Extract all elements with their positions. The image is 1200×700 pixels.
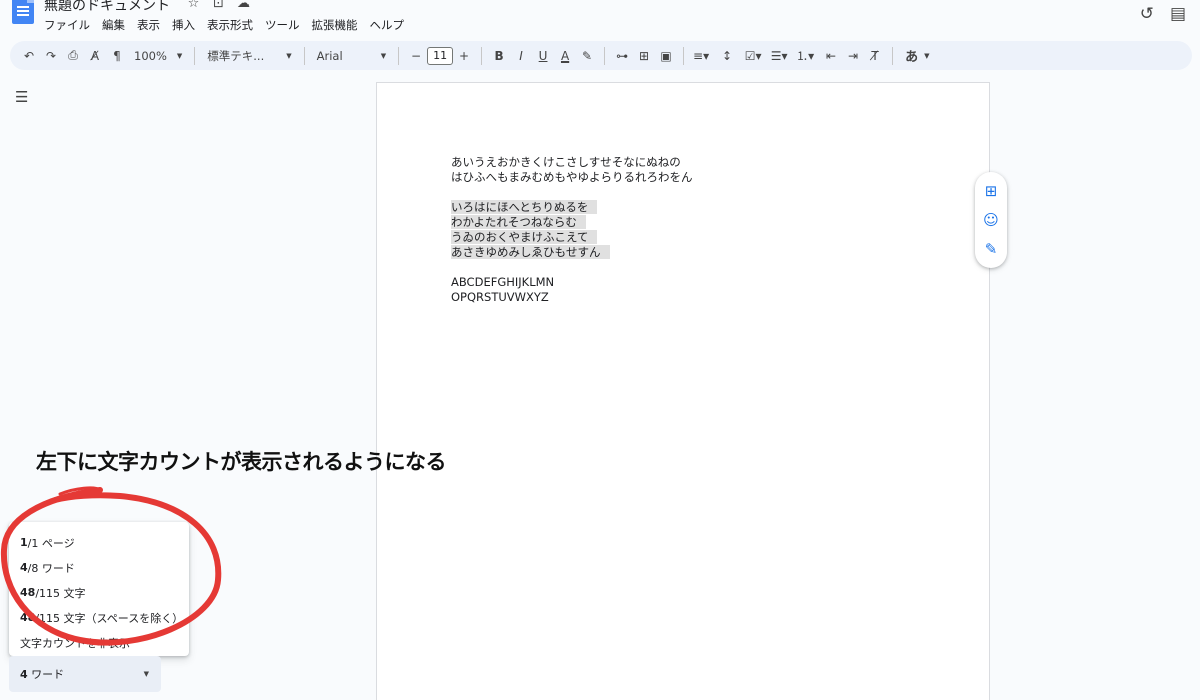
word-count-characters-no-spaces: 48/115 文字（スペースを除く） [9,605,189,630]
clear-formatting-icon[interactable]: T̸ [864,45,886,67]
add-comment-icon[interactable]: ⊞ [633,45,655,67]
menu-format[interactable]: 表示形式 [207,17,259,33]
numbered-list-icon[interactable]: ⒈▾ [794,45,816,67]
toolbar-divider [683,46,685,65]
top-right-actions: ↺ ▤ [1140,4,1186,24]
cloud-status-icon[interactable]: ☁ [236,0,251,11]
print-icon[interactable]: ⎙ [62,45,84,67]
annotation-caption: 左下に文字カウントが表示されるようになる [36,450,447,474]
paint-format-icon[interactable]: ¶ [106,45,128,67]
zoom-value: 100% [134,48,167,63]
menu-edit[interactable]: 編集 [102,17,131,33]
insert-image-icon[interactable]: ▣ [655,45,677,67]
align-icon[interactable]: ≡▾ [690,45,712,67]
link-icon[interactable]: ⊶ [611,45,633,67]
checklist-icon[interactable]: ☑▾ [742,45,764,67]
document-title[interactable]: 無題のドキュメント [44,0,170,15]
menu-extensions[interactable]: 拡張機能 [312,17,364,33]
toolbar: ↶ ↷ ⎙ A̸ ¶ 100% ▼ 標準テキ... ▼ Arial ▼ − 11… [10,41,1192,70]
chars-selected: 48 [20,586,36,599]
word-count-pill[interactable]: 4 ワード ▼ [9,656,161,692]
toolbar-divider [892,46,894,65]
text-line: あいうえおかきくけこさしすせそなにぬねの [451,155,681,169]
document-page[interactable]: あいうえおかきくけこさしすせそなにぬねの はひふへもまみむめもやゆよらりるれろわ… [376,82,990,700]
highlighted-text-line: わかよたれそつねならむ [451,215,586,229]
chevron-down-icon: ▼ [143,670,149,678]
style-select[interactable]: 標準テキ... ▼ [201,45,297,67]
zoom-select[interactable]: 100% ▼ [128,45,188,67]
words-total: /8 ワード [27,561,75,575]
toolbar-divider [303,46,305,65]
italic-icon[interactable]: I [510,45,532,67]
toolbar-divider [194,46,196,65]
text-color-icon[interactable]: A [554,45,576,67]
increase-indent-icon[interactable]: ⇥ [842,45,864,67]
toolbar-divider [481,46,483,65]
chevron-down-icon: ▼ [924,51,930,60]
chevron-down-icon: ▼ [380,51,387,60]
add-comment-icon[interactable]: ⊞ [985,182,998,200]
menu-tools[interactable]: ツール [265,17,306,33]
move-folder-icon[interactable]: ⊡ [211,0,226,11]
pill-words-count: 4 [20,668,28,681]
chars-total: /115 文字 [35,586,86,600]
highlighted-text-line: うゐのおくやまけふこえて [451,230,598,244]
docs-logo-icon[interactable] [12,0,34,24]
menu-insert[interactable]: 挿入 [172,17,201,33]
highlight-color-icon[interactable]: ✎ [576,45,598,67]
highlighted-text-line: いろはにほへとちりぬるを [451,200,598,214]
redo-icon[interactable]: ↷ [40,45,62,67]
chars-nospace-selected: 48 [20,611,36,624]
history-icon[interactable]: ↺ [1140,4,1154,24]
word-count-words: 4/8 ワード [9,555,189,580]
style-value: 標準テキ... [207,48,265,63]
word-count-popup: 1/1 ページ 4/8 ワード 48/115 文字 48/115 文字（スペース… [9,522,189,656]
title-bar: 無題のドキュメント ☆ ⊡ ☁ ファイル 編集 表示 挿入 表示形式 ツール 拡… [0,0,1200,38]
input-tool-value: あ [905,50,919,65]
suggest-edits-icon[interactable]: ✎ [985,240,998,258]
spellcheck-icon[interactable]: A̸ [84,45,106,67]
word-count-pages: 1/1 ページ [9,530,189,555]
increase-font-size-button[interactable]: + [453,45,475,67]
font-select[interactable]: Arial ▼ [311,45,392,67]
comments-icon[interactable]: ▤ [1170,4,1186,24]
font-value: Arial [316,48,343,63]
word-count-pill-label: 4 ワード [20,666,64,682]
emoji-reaction-icon[interactable]: ☺ [983,211,999,229]
document-body[interactable]: あいうえおかきくけこさしすせそなにぬねの はひふへもまみむめもやゆよらりるれろわ… [451,155,693,305]
menu-view[interactable]: 表示 [137,17,166,33]
chevron-down-icon: ▼ [176,51,183,60]
document-outline-icon[interactable]: ☰ [15,88,28,106]
line-spacing-icon[interactable]: ↕ [716,45,738,67]
hide-word-count-button[interactable]: 文字カウントを非表示 [9,630,189,655]
floating-action-bar: ⊞ ☺ ✎ [975,172,1007,268]
chevron-down-icon: ▼ [286,51,292,60]
star-icon[interactable]: ☆ [186,0,201,11]
pill-words-unit: ワード [27,668,65,681]
toolbar-divider [398,46,400,65]
title-icons: ☆ ⊡ ☁ [186,0,251,11]
underline-icon[interactable]: U [532,45,554,67]
font-size-input[interactable]: 11 [427,46,454,65]
input-tools-select[interactable]: あ ▼ [899,45,935,67]
menu-help[interactable]: ヘルプ [370,17,411,33]
bold-icon[interactable]: B [488,45,510,67]
decrease-indent-icon[interactable]: ⇤ [820,45,842,67]
word-count-characters: 48/115 文字 [9,580,189,605]
text-line: はひふへもまみむめもやゆよらりるれろわをん [451,170,693,184]
highlighted-text-line: あさきゆめみしゑひもせすん [451,245,610,259]
pages-current: 1 [20,536,28,549]
chars-nospace-total: /115 文字（スペースを除く） [35,611,184,625]
bulleted-list-icon[interactable]: ☰▾ [768,45,790,67]
text-line: OPQRSTUVWXYZ [451,290,549,304]
menu-bar: ファイル 編集 表示 挿入 表示形式 ツール 拡張機能 ヘルプ [44,17,416,33]
text-line: ABCDEFGHIJKLMN [451,275,555,289]
decrease-font-size-button[interactable]: − [405,45,427,67]
pages-total: /1 ページ [27,536,75,550]
menu-file[interactable]: ファイル [44,17,96,33]
undo-icon[interactable]: ↶ [18,45,40,67]
toolbar-divider [604,46,606,65]
words-selected: 4 [20,561,28,574]
